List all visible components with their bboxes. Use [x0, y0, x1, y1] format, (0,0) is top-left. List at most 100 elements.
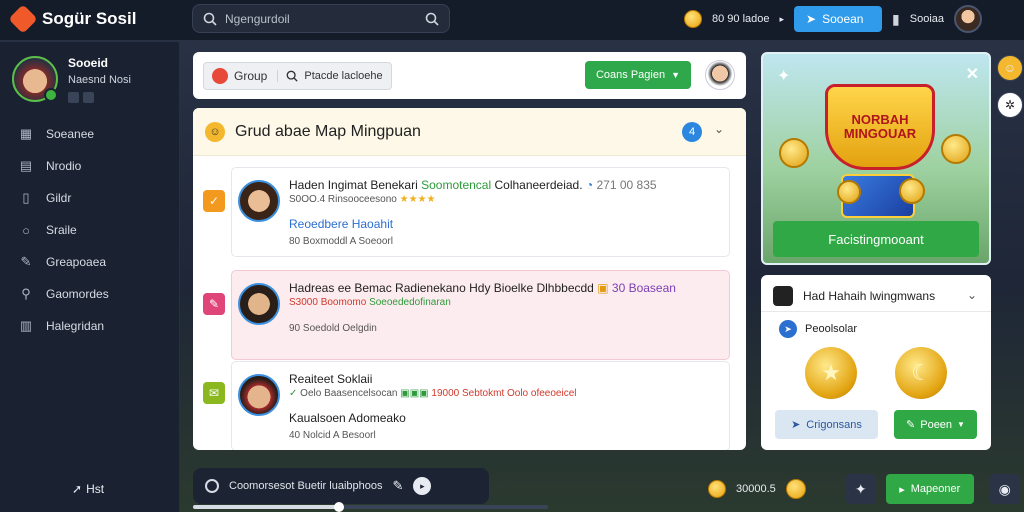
- send-icon: ➤: [806, 12, 817, 26]
- promo-banner-text: NORBAH MINGOUAR: [843, 112, 917, 141]
- bottom-status-text: Coomorsesot Buetir luaibphoos: [229, 480, 383, 492]
- feed-count-badge[interactable]: 4: [682, 122, 702, 142]
- post-avatar: [238, 374, 280, 416]
- badge-icon: [68, 92, 79, 103]
- divider: [761, 311, 991, 312]
- share-icon: ➚: [72, 482, 83, 496]
- post-footer: 40 Nolcid A Besoorl: [289, 430, 376, 441]
- group-avatar[interactable]: [705, 60, 735, 90]
- coin-icon: [779, 138, 809, 168]
- sidebar-footer[interactable]: ➚ Hst: [72, 482, 104, 496]
- play-icon[interactable]: ▸: [413, 477, 432, 495]
- post-avatar: [238, 283, 280, 325]
- reward-secondary-button[interactable]: ➤ Crigonsans: [775, 410, 878, 439]
- sidebar-item-0[interactable]: ▦ Soeanee: [0, 118, 180, 150]
- group-selector[interactable]: Group Ptacde lacloehe: [203, 62, 392, 90]
- post-footer: 80 Boxmoddl A Soeoorl: [289, 236, 393, 247]
- coins-dropdown-icon[interactable]: ▸: [780, 14, 785, 25]
- app-logo[interactable]: Sogür Sosil: [8, 4, 137, 34]
- progress-knob[interactable]: [333, 502, 344, 512]
- sidebar-item-label: Sraile: [46, 223, 77, 237]
- post-card[interactable]: Reaiteet Soklaii ✓ Oelo Baasencelsocan ▣…: [231, 361, 730, 450]
- group-action-label: Coans Pagien: [595, 69, 666, 81]
- profile-badges: [68, 92, 131, 103]
- post-meta: S0OO.4 Rinsooceesono ★★★★: [289, 194, 436, 205]
- search-input[interactable]: [225, 11, 417, 26]
- sidebar-item-5[interactable]: ⚲ Gaomordes: [0, 278, 180, 310]
- close-icon[interactable]: ✕: [966, 64, 979, 84]
- post-tag-icon: ✓: [203, 190, 225, 212]
- post-body: Kaualsoen Adomeako: [289, 411, 406, 425]
- chevron-down-icon[interactable]: ⌄: [967, 288, 977, 302]
- sidebar-item-1[interactable]: ▤ Nrodio: [0, 150, 180, 182]
- top-right-group: 80 90 ladoe ▸ ➤ Sooean ▮ Sooiaa: [684, 5, 983, 33]
- radio-icon[interactable]: [205, 479, 219, 493]
- online-status-icon: [44, 88, 58, 102]
- feed-header: ☺ Grud abae Map Mingpuan: [193, 108, 746, 156]
- sparkle-icon: ✦: [777, 68, 791, 85]
- star-rating-icon: ★★★★: [399, 194, 436, 205]
- footer-right-group: 30000.5 ✦ ▸ Mapeoner ◉: [708, 474, 1020, 504]
- post-author: Haden Ingimat Benekari Soomotencal Colha…: [289, 178, 657, 192]
- reward-primary-label: Poeen: [920, 418, 953, 431]
- profile-card[interactable]: Sooeid Naesnd Nosi: [12, 56, 131, 103]
- group-bar: Group Ptacde lacloehe Coans Pagien ▼: [193, 52, 746, 99]
- feed-panel: ☺ Grud abae Map Mingpuan 4 ⌄ ✓ Haden Ing…: [193, 108, 746, 450]
- reward-sub-label: Peoolsolar: [805, 323, 857, 335]
- coin-icon: [837, 180, 861, 204]
- promo-card[interactable]: ✦ ✕ NORBAH MINGOUAR Facistingmooant: [761, 52, 991, 265]
- reward-coin-icon[interactable]: [785, 479, 806, 499]
- post-card[interactable]: Haden Ingimat Benekari Soomotencal Colha…: [231, 167, 730, 257]
- post-tag-icon: ✎: [203, 293, 225, 315]
- moon-coin-icon[interactable]: ☾: [895, 347, 947, 399]
- group-action-button[interactable]: Coans Pagien ▼: [585, 61, 691, 89]
- chevron-down-icon[interactable]: ⌄: [714, 122, 724, 136]
- post-meta: S3000 Boomomo Soeoededofinaran: [289, 297, 451, 308]
- promo-cta-button[interactable]: Facistingmooant: [773, 221, 979, 257]
- coin-icon: [941, 134, 971, 164]
- promo-banner: NORBAH MINGOUAR: [825, 84, 935, 170]
- group-search-label: Ptacde lacloehe: [304, 70, 383, 82]
- coin-side-button[interactable]: ☺: [997, 55, 1023, 81]
- sidebar-item-label: Soeanee: [46, 127, 95, 141]
- progress-track[interactable]: [193, 502, 548, 512]
- table-icon: ▥: [19, 318, 33, 333]
- badge-icon: [83, 92, 94, 103]
- sidebar-nav: ▦ Soeanee ▤ Nrodio ▯ Gildr ○ Sraile ✎ Gr…: [0, 118, 180, 342]
- user-label: Sooiaa: [909, 13, 945, 25]
- sidebar-item-6[interactable]: ▥ Halegridan: [0, 310, 180, 342]
- top-action-button[interactable]: ➤ Sooean: [794, 6, 883, 32]
- coin-icon: [899, 178, 925, 204]
- sidebar-item-4[interactable]: ✎ Greapoaea: [0, 246, 180, 278]
- pencil-icon: ✎: [20, 254, 32, 269]
- gamepad-icon[interactable]: ◉: [989, 474, 1020, 504]
- sidebar-item-3[interactable]: ○ Sraile: [0, 214, 180, 246]
- footer-action-button[interactable]: ▸ Mapeoner: [885, 474, 974, 504]
- send-icon: ➤: [791, 419, 801, 431]
- search-submit-icon[interactable]: [425, 12, 439, 26]
- grid-icon: ▦: [19, 126, 33, 141]
- group-label: Group: [234, 69, 268, 83]
- reward-title: Had Hahaih lwingmwans: [803, 289, 936, 303]
- reward-secondary-label: Crigonsans: [806, 418, 862, 431]
- progress-fill: [193, 505, 339, 509]
- bottom-status-bar: Coomorsesot Buetir luaibphoos ✎ ▸: [193, 468, 489, 504]
- profile-name: Sooeid: [68, 56, 109, 70]
- sidebar-item-2[interactable]: ▯ Gildr: [0, 182, 180, 214]
- user-avatar[interactable]: [954, 5, 983, 33]
- logo-icon: [8, 4, 38, 34]
- app-title: Sogür Sosil: [42, 9, 137, 28]
- post-author: Reaiteet Soklaii: [289, 372, 373, 386]
- reward-primary-button[interactable]: ✎ Poeen ▼: [894, 410, 977, 439]
- edit-icon[interactable]: ✎: [392, 478, 403, 494]
- top-bar: Sogür Sosil 80 90 ladoe ▸ ➤ Sooean ▮ Soo…: [0, 0, 1024, 40]
- pin-button[interactable]: ✦: [845, 474, 876, 504]
- sidebar: Sooeid Naesnd Nosi ▦ Soeanee ▤ Nrodio ▯ …: [0, 42, 180, 512]
- group-search[interactable]: Ptacde lacloehe: [277, 70, 383, 82]
- settings-side-button[interactable]: ✲: [997, 92, 1023, 118]
- sidebar-footer-label: Hst: [86, 482, 105, 496]
- chevron-down-icon: ▼: [957, 420, 965, 429]
- bookmark-icon[interactable]: ▮: [892, 11, 900, 28]
- post-card[interactable]: Hadreas ee Bemac Radienekano Hdy Bioelke…: [231, 270, 730, 360]
- star-coin-icon[interactable]: ★: [805, 347, 857, 399]
